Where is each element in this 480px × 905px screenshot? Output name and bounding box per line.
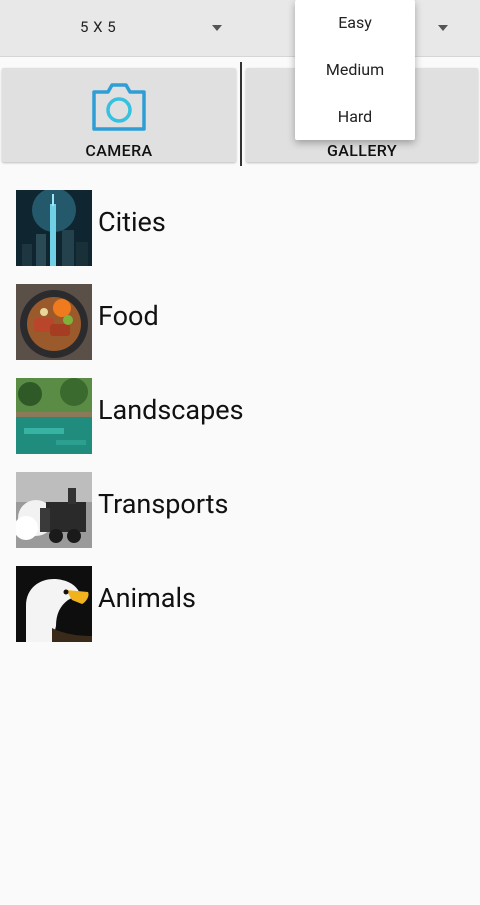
transports-thumbnail [16,472,92,548]
grid-size-value: 5 X 5 [80,18,117,36]
dropdown-arrow-icon [212,25,222,31]
list-item-transports[interactable]: Transports [16,466,456,548]
list-item-food[interactable]: Food [16,278,456,360]
cities-thumbnail [16,190,92,266]
gallery-label: GALLERY [326,141,398,160]
camera-label: CAMERA [85,141,153,160]
landscapes-thumbnail [16,378,92,454]
camera-button[interactable]: CAMERA [2,68,236,162]
category-label: Transports [98,488,229,520]
category-label: Cities [98,206,166,238]
menu-item-hard[interactable]: Hard [295,107,415,126]
list-item-animals[interactable]: Animals [16,560,456,642]
list-item-cities[interactable]: Cities [16,184,456,266]
grid-size-spinner[interactable]: 5 X 5 [0,0,240,56]
difficulty-dropdown-menu: Easy Medium Hard [295,0,415,140]
divider [240,62,242,166]
food-thumbnail [16,284,92,360]
dropdown-arrow-icon [438,25,448,31]
category-label: Animals [98,582,196,614]
category-label: Landscapes [98,394,244,426]
category-label: Food [98,300,159,332]
menu-item-medium[interactable]: Medium [295,60,415,79]
list-item-landscapes[interactable]: Landscapes [16,372,456,454]
animals-thumbnail [16,566,92,642]
menu-item-easy[interactable]: Easy [295,13,415,32]
camera-icon [92,83,146,131]
